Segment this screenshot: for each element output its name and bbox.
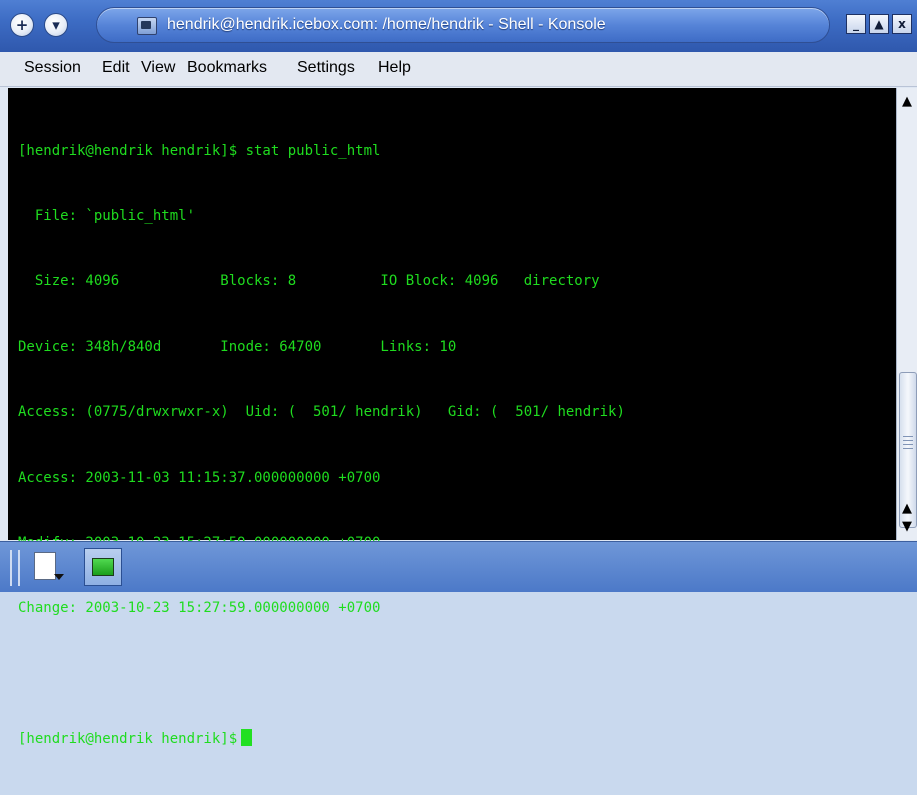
dropdown-arrow-icon [54, 574, 64, 580]
konsole-app-icon [137, 17, 157, 35]
grip-line [903, 440, 913, 441]
arrow-up-icon[interactable]: ▲ [899, 500, 915, 516]
menu-settings[interactable]: Settings [297, 59, 355, 77]
grip-line [903, 436, 913, 437]
close-icon: x [898, 17, 906, 31]
menu-bar: Session Edit View Bookmarks Settings Hel… [0, 52, 917, 87]
terminal-line: Change: 2003-10-23 15:27:59.000000000 +0… [18, 600, 381, 617]
minimize-icon: _ [853, 17, 859, 31]
terminal-session-icon [92, 558, 114, 576]
close-button[interactable]: x [892, 14, 912, 34]
vertical-scrollbar[interactable]: ▲ ▲ ▼ [896, 88, 917, 540]
minimize-button[interactable]: _ [846, 14, 866, 34]
arrow-down-icon[interactable]: ▼ [899, 518, 915, 534]
title-bar[interactable]: + ▾ hendrik@hendrik.icebox.com: /home/he… [0, 0, 917, 52]
terminal-line: Device: 348h/840d Inode: 64700 Links: 10 [18, 338, 457, 355]
session-tab-bar [0, 541, 917, 592]
terminal-line: Size: 4096 Blocks: 8 IO Block: 4096 dire… [18, 273, 600, 290]
chevron-down-icon: ▾ [52, 15, 60, 34]
window-menu-button[interactable]: + [10, 13, 34, 37]
terminal-output: [hendrik@hendrik hendrik]$ stat public_h… [18, 97, 625, 795]
terminal-line: Access: 2003-11-03 11:15:37.000000000 +0… [18, 469, 381, 486]
terminal-line: File: `public_html' [18, 207, 196, 224]
terminal-area[interactable]: [hendrik@hendrik hendrik]$ stat public_h… [8, 88, 896, 747]
maximize-icon: ▲ [874, 17, 884, 31]
maximize-button[interactable]: ▲ [869, 14, 889, 34]
menu-session[interactable]: Session [24, 59, 81, 77]
menu-bookmarks[interactable]: Bookmarks [187, 59, 267, 77]
window-title: hendrik@hendrik.icebox.com: /home/hendri… [167, 16, 606, 33]
terminal-prompt-line: [hendrik@hendrik hendrik]$ [18, 729, 625, 751]
window-title-pill[interactable]: hendrik@hendrik.icebox.com: /home/hendri… [96, 7, 830, 43]
arrow-up-icon[interactable]: ▲ [899, 93, 915, 109]
terminal-line: Access: (0775/drwxrwxr-x) Uid: ( 501/ he… [18, 404, 625, 421]
terminal-line: [hendrik@hendrik hendrik]$ stat public_h… [18, 142, 381, 159]
new-session-icon [34, 552, 56, 580]
text-cursor [241, 729, 253, 747]
menu-edit[interactable]: Edit [102, 59, 130, 77]
toolbar-handle[interactable] [10, 550, 20, 586]
plus-icon: + [15, 15, 29, 34]
menu-view[interactable]: View [141, 59, 175, 77]
new-session-button[interactable] [28, 548, 64, 586]
grip-line [903, 448, 913, 449]
session-tab-shell[interactable] [84, 548, 122, 586]
window-options-button[interactable]: ▾ [44, 13, 68, 37]
terminal-prompt: [hendrik@hendrik hendrik]$ [18, 731, 238, 748]
menu-help[interactable]: Help [378, 59, 411, 77]
grip-line [903, 444, 913, 445]
konsole-window: + ▾ hendrik@hendrik.icebox.com: /home/he… [0, 0, 917, 747]
